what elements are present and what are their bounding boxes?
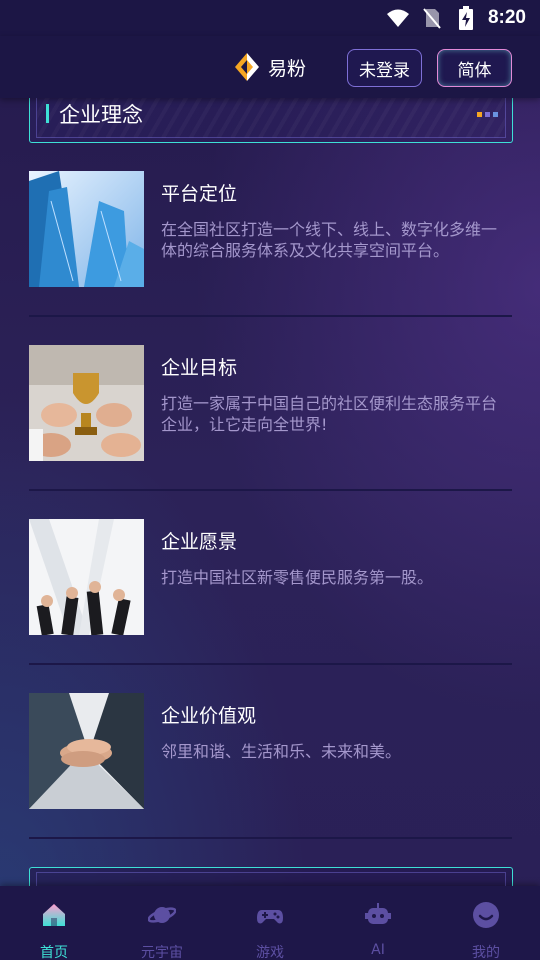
divider <box>29 315 512 317</box>
no-sim-icon <box>420 6 444 30</box>
skyscrapers-photo <box>29 171 144 287</box>
decor-dot <box>493 112 498 117</box>
item-description: 打造中国社区新零售便民服务第一股。 <box>161 568 434 587</box>
nav-item-ai[interactable]: AI <box>324 886 432 960</box>
item-title: 企业目标 <box>161 357 238 379</box>
nav-item-mine[interactable]: 我的 <box>432 886 540 960</box>
nav-label: 元宇宙 <box>141 945 183 960</box>
brand-name: 易粉 <box>268 57 307 80</box>
nav-label: AI <box>371 942 385 958</box>
list-item[interactable]: 企业愿景 打造中国社区新零售便民服务第一股。 <box>29 519 512 693</box>
section-title: 企业理念 <box>59 103 143 127</box>
list-item[interactable]: 企业目标 打造一家属于中国自己的社区便利生态服务平台企业，让它走向全世界! <box>29 345 512 519</box>
divider <box>29 663 512 665</box>
home-icon <box>40 901 68 929</box>
decor-dot <box>485 112 490 117</box>
nav-item-games[interactable]: 游戏 <box>216 886 324 960</box>
item-description: 在全国社区打造一个线下、线上、数字化多维一体的综合服务体系及文化共享空间平台。 <box>161 220 498 260</box>
list-item[interactable]: 平台定位 在全国社区打造一个线下、线上、数字化多维一体的综合服务体系及文化共享空… <box>29 171 512 345</box>
clock: 8:20 <box>487 7 526 28</box>
gamepad-icon <box>256 901 284 929</box>
planet-icon <box>147 901 177 929</box>
item-title: 企业价值观 <box>161 705 257 727</box>
raised-fists-photo <box>29 519 144 635</box>
login-button[interactable]: 未登录 <box>347 49 422 87</box>
app-header: 易粉 未登录 简体 <box>0 36 540 98</box>
wifi-icon <box>386 6 410 30</box>
yifen-logo-icon <box>232 52 262 82</box>
item-description: 打造一家属于中国自己的社区便利生态服务平台企业，让它走向全世界! <box>161 394 498 434</box>
nav-item-home[interactable]: 首页 <box>0 886 108 960</box>
nav-label: 游戏 <box>256 945 284 960</box>
brand[interactable]: 易粉 <box>232 52 306 82</box>
status-bar: 8:20 <box>0 0 540 36</box>
item-title: 平台定位 <box>161 183 238 205</box>
nav-item-metaverse[interactable]: 元宇宙 <box>108 886 216 960</box>
nav-label: 首页 <box>40 945 68 960</box>
decor-dot <box>477 112 482 117</box>
list-item[interactable]: 企业价值观 邻里和谐、生活和乐、未来和美。 <box>29 693 512 867</box>
section-decor-dots <box>477 112 498 117</box>
nav-label: 我的 <box>472 945 500 960</box>
divider <box>29 489 512 491</box>
section-accent-bar <box>46 104 49 123</box>
item-title: 企业愿景 <box>161 531 238 553</box>
bottom-nav: 首页 元宇宙 游戏 AI 我的 <box>0 886 540 960</box>
battery-charging-icon <box>454 6 478 30</box>
divider <box>29 837 512 839</box>
stacked-hands-photo <box>29 693 144 809</box>
trophy-hands-photo <box>29 345 144 461</box>
robot-icon <box>364 901 392 929</box>
language-button[interactable]: 简体 <box>437 49 512 87</box>
smiley-icon <box>472 901 500 929</box>
item-description: 邻里和谐、生活和乐、未来和美。 <box>161 742 402 761</box>
